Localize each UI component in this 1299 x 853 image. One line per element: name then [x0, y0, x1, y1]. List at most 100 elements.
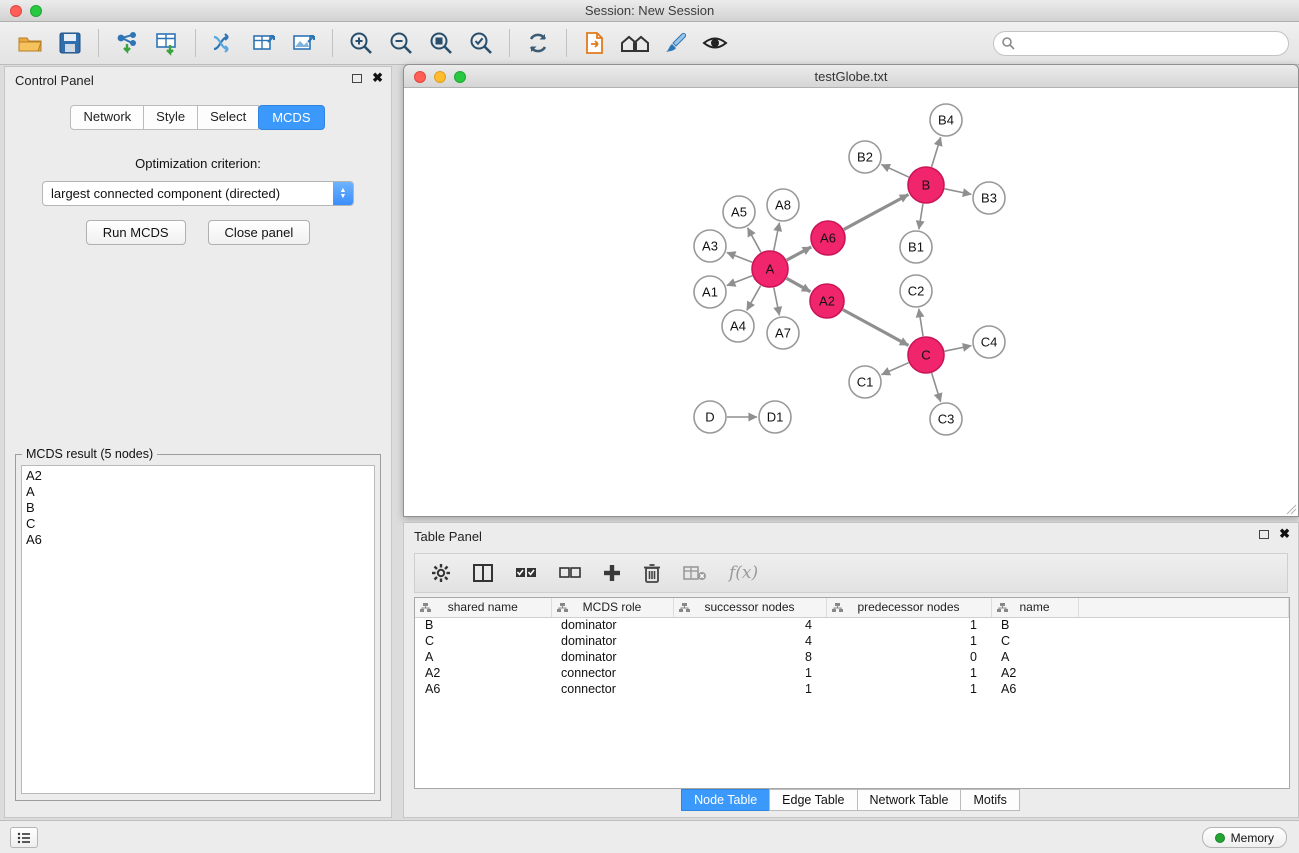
cell[interactable]: connector — [551, 665, 673, 681]
column-header-predecessor-nodes[interactable]: predecessor nodes — [826, 598, 991, 617]
cell[interactable]: A6 — [991, 681, 1078, 697]
edge-C-C3[interactable] — [932, 373, 941, 402]
tab-network[interactable]: Network — [70, 105, 144, 130]
cell[interactable]: 1 — [826, 665, 991, 681]
cell[interactable]: A — [991, 649, 1078, 665]
edge-A-A2[interactable] — [787, 278, 811, 291]
export-image-button[interactable] — [284, 26, 324, 60]
edge-A2-C[interactable] — [843, 310, 909, 346]
edge-C-C4[interactable] — [945, 346, 972, 352]
table-row[interactable]: A6connector11A6 — [415, 681, 1289, 697]
cell[interactable]: 1 — [826, 681, 991, 697]
zoom-window-button[interactable] — [30, 5, 42, 17]
cell[interactable]: 1 — [673, 681, 826, 697]
cell[interactable]: dominator — [551, 617, 673, 633]
cell[interactable]: connector — [551, 681, 673, 697]
close-window-button[interactable] — [10, 5, 22, 17]
column-header-shared-name[interactable]: shared name — [415, 598, 551, 617]
column-header-name[interactable]: name — [991, 598, 1078, 617]
edge-C-C1[interactable] — [881, 363, 908, 375]
apply-style-button[interactable] — [655, 26, 695, 60]
result-item[interactable]: A6 — [26, 532, 370, 548]
open-session-button[interactable] — [10, 26, 50, 60]
cell[interactable]: B — [991, 617, 1078, 633]
edge-B-B4[interactable] — [932, 137, 941, 167]
add-column-button[interactable] — [603, 564, 621, 582]
cell[interactable]: 1 — [673, 665, 826, 681]
zoom-in-button[interactable] — [341, 26, 381, 60]
cell[interactable]: 1 — [826, 633, 991, 649]
zoom-selected-button[interactable] — [461, 26, 501, 60]
edge-B-B2[interactable] — [881, 165, 908, 178]
network-window-titlebar[interactable]: testGlobe.txt — [404, 65, 1298, 88]
network-canvas[interactable]: B4B2BB3B1A5A8A6A3AA1C2A2A4A7CC4C1C3DD1 — [404, 88, 1298, 516]
node-table[interactable]: shared nameMCDS rolesuccessor nodesprede… — [414, 597, 1290, 789]
report-button[interactable] — [575, 26, 615, 60]
edge-A6-B[interactable] — [844, 195, 909, 230]
select-all-button[interactable] — [515, 566, 537, 580]
delete-table-button[interactable] — [683, 565, 707, 581]
close-network-button[interactable] — [414, 71, 426, 83]
cell[interactable]: dominator — [551, 633, 673, 649]
show-panels-button[interactable] — [10, 827, 38, 848]
tab-network-table[interactable]: Network Table — [857, 789, 962, 811]
import-network-button[interactable] — [107, 26, 147, 60]
refresh-button[interactable] — [518, 26, 558, 60]
column-header-successor-nodes[interactable]: successor nodes — [673, 598, 826, 617]
cell[interactable]: 1 — [826, 617, 991, 633]
edge-A-A4[interactable] — [747, 286, 761, 311]
cell[interactable]: A2 — [415, 665, 551, 681]
tab-select[interactable]: Select — [197, 105, 259, 130]
zoom-fit-button[interactable] — [421, 26, 461, 60]
tab-node-table[interactable]: Node Table — [681, 789, 770, 811]
show-hide-button[interactable] — [695, 26, 735, 60]
cell[interactable]: dominator — [551, 649, 673, 665]
table-row[interactable]: Bdominator41B — [415, 617, 1289, 633]
edge-A-A6[interactable] — [787, 247, 811, 260]
float-panel-icon[interactable] — [352, 74, 362, 83]
table-row[interactable]: A2connector11A2 — [415, 665, 1289, 681]
settings-button[interactable] — [431, 563, 451, 583]
cell[interactable]: 8 — [673, 649, 826, 665]
zoom-network-button[interactable] — [454, 71, 466, 83]
close-table-panel-icon[interactable]: ✖ — [1279, 529, 1290, 539]
result-item[interactable]: A — [26, 484, 370, 500]
zoom-out-button[interactable] — [381, 26, 421, 60]
cell[interactable]: A6 — [415, 681, 551, 697]
cell[interactable]: A2 — [991, 665, 1078, 681]
save-session-button[interactable] — [50, 26, 90, 60]
memory-button[interactable]: Memory — [1202, 827, 1287, 848]
edge-A-A5[interactable] — [748, 228, 761, 252]
resize-handle[interactable] — [1285, 503, 1297, 515]
function-builder-button[interactable]: f(x) — [729, 563, 758, 583]
tab-edge-table[interactable]: Edge Table — [769, 789, 857, 811]
run-mcds-button[interactable]: Run MCDS — [86, 220, 186, 245]
edge-A-A3[interactable] — [727, 252, 752, 262]
home-networks-button[interactable] — [615, 26, 655, 60]
table-row[interactable]: Adominator80A — [415, 649, 1289, 665]
cell[interactable]: C — [415, 633, 551, 649]
cell[interactable]: 0 — [826, 649, 991, 665]
tab-style[interactable]: Style — [143, 105, 198, 130]
tab-mcds[interactable]: MCDS — [258, 105, 324, 130]
result-item[interactable]: B — [26, 500, 370, 516]
tab-motifs[interactable]: Motifs — [960, 789, 1019, 811]
close-panel-button[interactable]: Close panel — [208, 220, 311, 245]
edge-B-B1[interactable] — [919, 204, 923, 229]
cell[interactable]: 4 — [673, 617, 826, 633]
criterion-select[interactable]: largest connected component (directed) ▲… — [42, 181, 354, 206]
cell[interactable]: A — [415, 649, 551, 665]
cell[interactable]: C — [991, 633, 1078, 649]
search-input[interactable] — [993, 31, 1289, 56]
mcds-result-list[interactable]: A2ABCA6 — [21, 465, 375, 794]
close-panel-icon[interactable]: ✖ — [372, 73, 383, 83]
column-header-MCDS-role[interactable]: MCDS role — [551, 598, 673, 617]
edge-A-A7[interactable] — [774, 288, 780, 316]
edge-A-A1[interactable] — [727, 276, 752, 286]
float-table-panel-icon[interactable] — [1259, 530, 1269, 539]
table-row[interactable]: Cdominator41C — [415, 633, 1289, 649]
split-column-button[interactable] — [473, 564, 493, 582]
edge-A-A8[interactable] — [774, 223, 780, 251]
table-header-row[interactable]: shared nameMCDS rolesuccessor nodesprede… — [415, 598, 1289, 617]
edge-B-B3[interactable] — [945, 189, 972, 195]
